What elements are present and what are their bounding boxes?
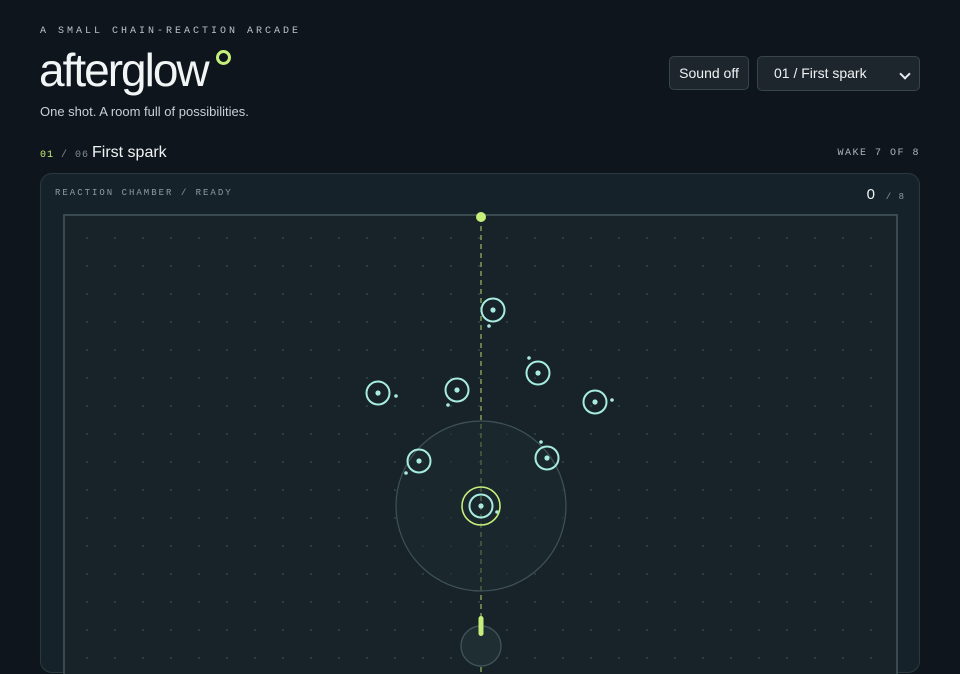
- reaction-chamber: REACTION CHAMBER / READY 0 / 8: [40, 173, 921, 674]
- wake-status: WAKE 7 OF 8: [837, 148, 920, 159]
- launcher-needle-icon: [478, 616, 484, 636]
- game-canvas[interactable]: [41, 174, 921, 674]
- level-select-value: 01 / First spark: [774, 65, 867, 81]
- aim-target-dot: [476, 212, 486, 222]
- level-select[interactable]: 01 / First spark: [757, 56, 920, 91]
- level-index: 01: [40, 150, 55, 161]
- app-kicker: A SMALL CHAIN-REACTION ARCADE: [40, 26, 302, 37]
- orb: [480, 297, 506, 328]
- orb: [525, 356, 551, 386]
- sound-toggle-button[interactable]: Sound off: [669, 56, 749, 90]
- orb: [444, 377, 470, 407]
- level-title: First spark: [92, 144, 167, 161]
- orb: [365, 380, 398, 406]
- chevron-down-icon: [899, 68, 911, 80]
- app-logo: afterglow: [39, 44, 210, 96]
- logo-ring-icon: [216, 50, 231, 65]
- tagline: One shot. A room full of possibilities.: [40, 104, 249, 119]
- level-counter: 01 / 06: [40, 150, 90, 161]
- level-total: 06: [75, 150, 90, 161]
- orb: [582, 389, 614, 415]
